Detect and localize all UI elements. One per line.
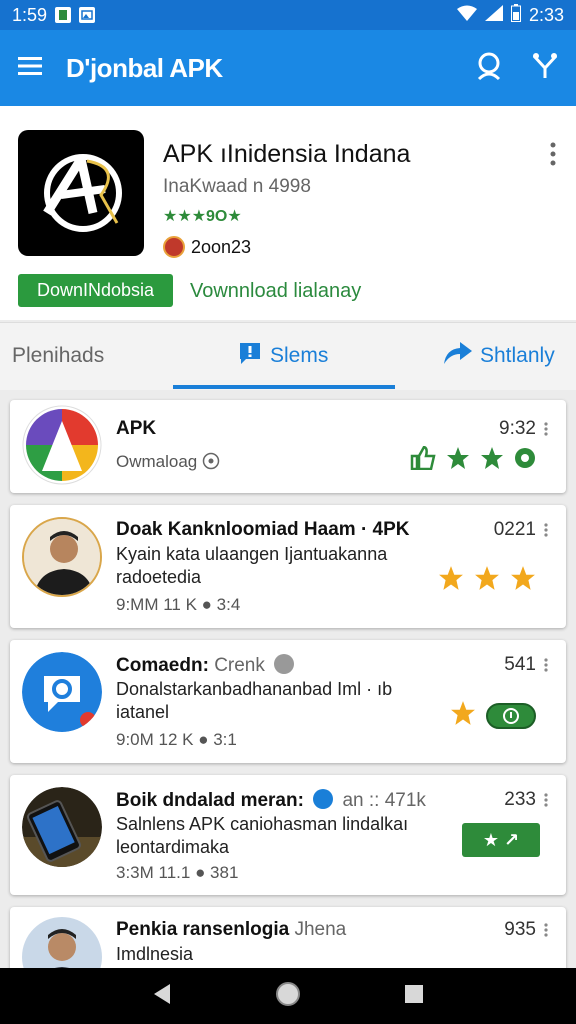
card-time: 541 bbox=[504, 654, 536, 675]
star-icon bbox=[474, 565, 500, 596]
more-options-icon[interactable] bbox=[550, 142, 556, 171]
info-circle-icon bbox=[202, 452, 220, 471]
card-meta: 9:MM 11 K ● 3:4 bbox=[116, 595, 241, 614]
thumbs-up-icon[interactable] bbox=[410, 445, 436, 475]
card-title: Boik dndalad meran: an :: 471k bbox=[116, 789, 426, 812]
recents-icon[interactable] bbox=[404, 984, 424, 1009]
author-avatar bbox=[163, 236, 185, 258]
status-time-left: 1:59 bbox=[12, 4, 48, 25]
system-nav-bar bbox=[0, 968, 576, 1024]
card-actions bbox=[410, 445, 536, 475]
app-logo bbox=[18, 130, 144, 256]
tab-slems[interactable]: Slems bbox=[238, 323, 328, 389]
star-icon bbox=[480, 446, 504, 475]
more-options-icon[interactable] bbox=[544, 658, 548, 677]
card-meta: Owmaloag bbox=[116, 452, 220, 472]
card-body: Salnlens APK caniohasman lindalkaı leont… bbox=[116, 814, 409, 857]
back-icon[interactable] bbox=[152, 983, 172, 1010]
star-icon bbox=[510, 565, 536, 596]
chat-icon bbox=[238, 341, 262, 371]
list-card[interactable]: Boik dndalad meran: an :: 471k Salnlens … bbox=[10, 775, 566, 895]
star-icon bbox=[450, 700, 476, 731]
card-time: 935 bbox=[504, 919, 536, 940]
app-header-card: APK ıInidensia Indana InaKwaad n 4998 ★★… bbox=[0, 106, 576, 320]
app-title: D'jonbal APK bbox=[66, 52, 223, 83]
app-subtitle: InaKwaad n 4998 bbox=[163, 176, 311, 197]
list-card[interactable]: APK Owmaloag 9:32 bbox=[10, 400, 566, 493]
verified-icon bbox=[313, 789, 334, 809]
tab-label: Shtlanly bbox=[480, 344, 555, 367]
card-title: Comaedn: Crenk bbox=[116, 654, 298, 677]
star-icon bbox=[438, 565, 464, 596]
author-name: 2oon23 bbox=[191, 236, 252, 257]
user-avatar bbox=[22, 517, 102, 597]
app-rating: ★★★9O★ bbox=[163, 208, 242, 225]
card-title-muted: Crenk bbox=[214, 655, 265, 676]
app-name: APK ıInidensia Indana bbox=[163, 140, 411, 168]
signal-icon bbox=[484, 4, 503, 26]
card-title-muted: Jhena bbox=[294, 919, 347, 940]
card-title: APK bbox=[116, 418, 157, 439]
status-time-right: 2:33 bbox=[528, 4, 564, 25]
device-avatar bbox=[22, 787, 102, 867]
card-body: Donalstarkanbadhananbad Iml · ıb iatanel bbox=[116, 679, 393, 722]
card-body: Kyain kata ulaangen Ijantuakanna radoete… bbox=[116, 544, 388, 587]
more-options-icon[interactable] bbox=[544, 793, 548, 812]
share-icon[interactable] bbox=[532, 52, 558, 85]
card-time: 0221 bbox=[493, 519, 536, 540]
card-title: Doak Kanknloomiad Haam · 4PK bbox=[116, 519, 410, 540]
card-title-main: Boik dndalad meran: bbox=[116, 790, 304, 811]
menu-icon[interactable] bbox=[18, 56, 42, 81]
download-button[interactable]: DownINdobsia bbox=[18, 274, 173, 307]
more-options-icon[interactable] bbox=[544, 523, 548, 542]
tab-bar: Plenihads Slems Shtlanly bbox=[0, 322, 576, 390]
notification-icon bbox=[55, 7, 72, 23]
card-meta: 9:0M 12 K ● 3:1 bbox=[116, 730, 237, 749]
card-meta-text: Owmaloag bbox=[116, 452, 198, 471]
wifi-icon bbox=[456, 5, 477, 26]
card-title: Penkia ransenlogia Jhena bbox=[116, 919, 346, 941]
list-card[interactable]: Comaedn: Crenk Donalstarkanbadhananbad I… bbox=[10, 640, 566, 763]
list-card[interactable]: Doak Kanknloomiad Haam · 4PK Kyain kata … bbox=[10, 505, 566, 628]
app-icon-avatar bbox=[22, 405, 102, 485]
card-title-main: Comaedn: bbox=[116, 655, 209, 676]
card-time: 233 bbox=[504, 789, 536, 810]
more-options-icon[interactable] bbox=[544, 422, 548, 441]
app-icon-avatar bbox=[22, 652, 102, 732]
download-link[interactable]: Vownnload lialanay bbox=[190, 280, 361, 303]
battery-icon bbox=[510, 3, 521, 27]
card-meta: 3:3M 11.1 ● 381 bbox=[116, 863, 239, 882]
card-actions bbox=[450, 700, 536, 731]
share-arrow-icon bbox=[444, 342, 472, 370]
record-icon[interactable] bbox=[514, 447, 536, 474]
home-icon[interactable] bbox=[275, 981, 301, 1012]
app-author: 2oon23 bbox=[163, 236, 251, 258]
verified-icon bbox=[274, 654, 295, 674]
card-body: Imdlnesia bbox=[116, 944, 194, 964]
card-stars bbox=[438, 565, 536, 596]
more-options-icon[interactable] bbox=[544, 923, 548, 942]
tab-indicator bbox=[173, 385, 395, 389]
search-icon[interactable] bbox=[474, 51, 504, 86]
tab-label: Plenihads bbox=[12, 344, 105, 367]
favorite-share-button[interactable]: ★ ↗ bbox=[462, 823, 540, 857]
toggle-switch[interactable] bbox=[486, 702, 536, 729]
image-notification-icon bbox=[79, 7, 96, 23]
star-icon bbox=[446, 446, 470, 475]
card-time: 9:32 bbox=[499, 418, 536, 439]
tab-shtlanly[interactable]: Shtlanly bbox=[444, 323, 555, 389]
tab-label: Slems bbox=[270, 344, 329, 367]
card-title-main: Penkia ransenlogia bbox=[116, 919, 290, 940]
status-bar: 1:59 2:33 bbox=[0, 0, 576, 30]
app-bar: D'jonbal APK bbox=[0, 30, 576, 106]
tab-plenihads[interactable]: Plenihads bbox=[12, 323, 104, 389]
card-title-muted: an :: 471k bbox=[342, 790, 426, 811]
